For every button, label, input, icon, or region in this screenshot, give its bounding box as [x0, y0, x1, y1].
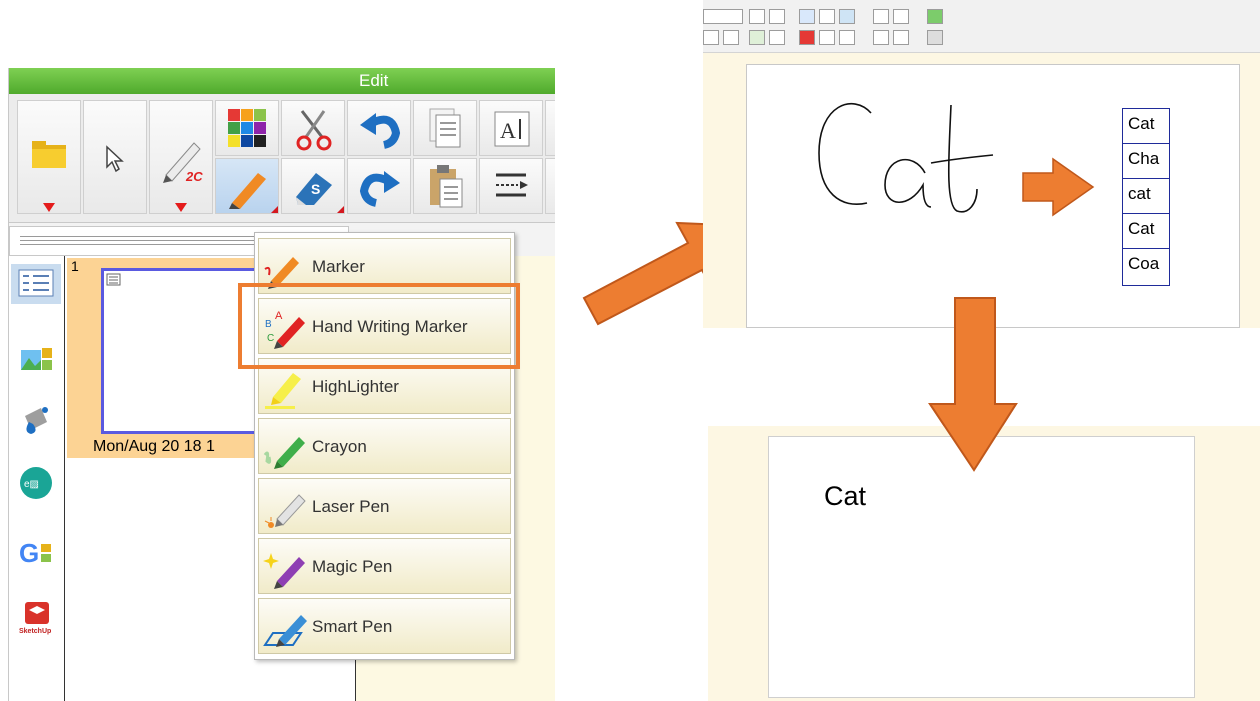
size-button[interactable]: [545, 158, 555, 214]
recognition-candidate-list: Cat Cha cat Cat Coa: [1122, 108, 1170, 286]
menu-item-label: Magic Pen: [312, 557, 393, 576]
paste-clipboard-icon: [430, 165, 463, 208]
small-right-arrow-icon: [1022, 157, 1095, 217]
menu-item-label: Smart Pen: [312, 617, 393, 636]
fill-bucket-icon[interactable]: [19, 402, 53, 436]
handwritten-cat-drawing: [818, 103, 994, 213]
zoom-fit-icon[interactable]: [749, 9, 765, 24]
undo-button[interactable]: [347, 100, 411, 156]
down-arrow-overlay-icon: [928, 297, 1018, 472]
dropdown-arrow-icon[interactable]: [175, 203, 187, 212]
menu-item-smart-pen[interactable]: Smart Pen: [258, 598, 511, 654]
enote-icon[interactable]: e▨: [19, 466, 53, 500]
orange-pen-icon: [229, 173, 266, 209]
select-button[interactable]: [83, 100, 147, 214]
smart-pen-icon: [263, 615, 307, 647]
candidate-item[interactable]: Cha: [1123, 144, 1169, 179]
folder-icon: [32, 141, 66, 168]
paste-button[interactable]: [413, 158, 477, 214]
bold-button[interactable]: [703, 30, 719, 45]
corner-arrow-icon[interactable]: [271, 206, 278, 213]
copy-icon: [429, 108, 461, 148]
magic-pen-icon: [263, 553, 305, 589]
cursor-arrow-icon: [106, 145, 124, 173]
menu-item-label: HighLighter: [312, 377, 399, 396]
menu-item-magic-pen[interactable]: Magic Pen: [258, 538, 511, 594]
sketchup-icon[interactable]: SketchUp: [19, 600, 53, 635]
menu-item-crayon[interactable]: Crayon: [258, 418, 511, 474]
crayon-icon: [263, 437, 305, 469]
align-button[interactable]: [723, 30, 739, 45]
candidate-item[interactable]: Cat: [1123, 109, 1169, 144]
line-spacing-icon: [496, 173, 528, 197]
color-palette-button[interactable]: [215, 100, 279, 156]
line-spacing-button[interactable]: [479, 158, 543, 214]
pen-button[interactable]: [215, 158, 279, 214]
pen-2c-icon: 2C: [163, 142, 203, 183]
web-icon[interactable]: [819, 9, 835, 24]
text-icon: A: [494, 111, 530, 147]
highlight-box: [238, 283, 520, 369]
page-list-small-icon: [106, 273, 121, 286]
page-list-icon[interactable]: [11, 264, 61, 304]
flash-icon[interactable]: [799, 30, 815, 45]
scissors-icon: [296, 110, 332, 151]
laser-pen-icon: [264, 494, 306, 528]
zoom-out-icon[interactable]: [769, 30, 785, 45]
edit-tab-title: Edit: [359, 71, 389, 90]
menu-item-label: Laser Pen: [312, 497, 390, 516]
page-number: 1: [71, 258, 79, 274]
top-toolbar: [703, 0, 1260, 53]
color-grid-icon: [228, 109, 266, 147]
svg-text:S: S: [311, 181, 320, 197]
candidate-item[interactable]: cat: [1123, 179, 1169, 214]
redo-icon: [359, 171, 400, 207]
copy-button[interactable]: [413, 100, 477, 156]
line-icon[interactable]: [873, 30, 889, 45]
cut-button[interactable]: [281, 100, 345, 156]
image-icon[interactable]: [839, 9, 855, 24]
svg-text:A: A: [500, 118, 516, 143]
corner-arrow-icon[interactable]: [337, 206, 344, 213]
document-icon[interactable]: [819, 30, 835, 45]
highlighter-icon: [265, 373, 301, 409]
menu-item-label: Marker: [312, 257, 365, 276]
menu-item-laser-pen[interactable]: Laser Pen: [258, 478, 511, 534]
dropdown-arrow-icon[interactable]: [43, 203, 55, 212]
font-button[interactable]: [545, 100, 555, 156]
triangle-icon[interactable]: [873, 9, 889, 24]
menu-item-label: Crayon: [312, 437, 367, 456]
eraser-icon: S: [296, 173, 332, 205]
recognized-text[interactable]: Cat: [824, 481, 866, 512]
camera-icon[interactable]: [839, 30, 855, 45]
candidate-item[interactable]: Cat: [1123, 214, 1169, 249]
candidate-item[interactable]: Coa: [1123, 249, 1169, 284]
google-icon[interactable]: G: [19, 536, 53, 570]
undo-icon: [360, 113, 401, 149]
redo-button[interactable]: [347, 158, 411, 214]
ribbon-toolbar: 2C A S: [9, 94, 555, 223]
pen-tool-button[interactable]: 2C: [149, 100, 213, 214]
svg-text:G: G: [19, 538, 39, 568]
eraser-button[interactable]: S: [281, 158, 345, 214]
svg-text:SketchUp: SketchUp: [19, 628, 51, 635]
download-icon[interactable]: [927, 9, 943, 24]
zoom-in-icon[interactable]: [769, 9, 785, 24]
toolbar-dropdown[interactable]: [703, 9, 743, 24]
gallery-icon[interactable]: [19, 344, 53, 378]
browser-icon[interactable]: [799, 9, 815, 24]
text-tool-button[interactable]: A: [479, 100, 543, 156]
svg-text:2C: 2C: [185, 169, 203, 183]
open-file-button[interactable]: [17, 100, 81, 214]
result-canvas[interactable]: [768, 436, 1195, 698]
table-icon[interactable]: [749, 30, 765, 45]
edit-tab-bar[interactable]: Edit: [9, 68, 555, 94]
settings-gear-icon[interactable]: [927, 30, 943, 45]
pentagon-icon[interactable]: [893, 9, 909, 24]
svg-text:e▨: e▨: [24, 479, 39, 490]
chart-icon[interactable]: [893, 30, 909, 45]
